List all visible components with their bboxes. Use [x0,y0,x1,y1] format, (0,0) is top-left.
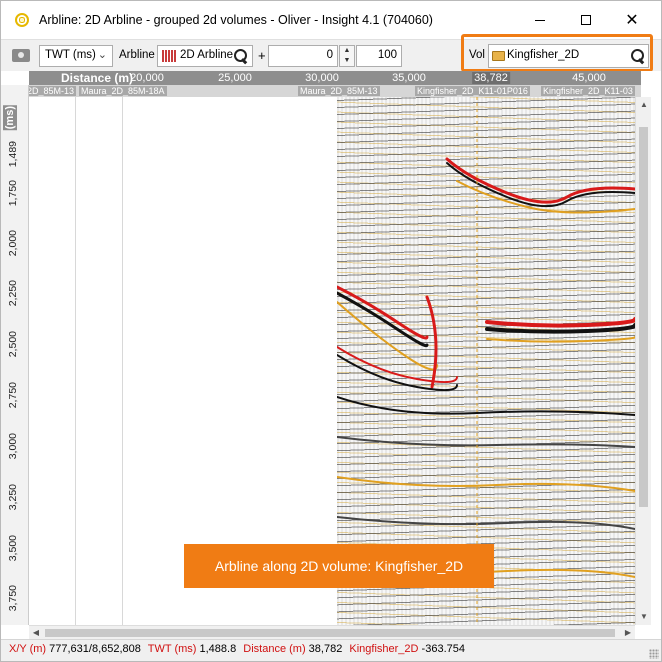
amplitude-value: -363.754 [421,643,465,655]
y-axis-label: (ms) [3,105,17,131]
arbline-value: 2D Arbline [180,49,234,61]
insight-app-icon [15,13,29,27]
y-tick: 2,500 [7,331,19,358]
chevron-down-icon: ⌄ [97,49,107,61]
distance-value: 38,782 [308,643,343,655]
line-name: Maura_2D_85M-18A [79,86,167,96]
scale-input[interactable]: 100 [356,45,402,67]
spin-down-icon[interactable]: ▼ [340,56,354,66]
domain-select[interactable]: TWT (ms) ⌄ [39,45,113,67]
y-tick: 1,750 [7,180,19,207]
distance-label: Distance (m) [243,643,306,655]
y-tick: 2,250 [7,280,19,307]
line-intersection-marker [122,97,123,625]
scroll-up-icon[interactable]: ▲ [636,97,652,113]
arbline-window: Arbline: 2D Arbline - grouped 2d volumes… [0,0,662,662]
y-tick: 3,250 [7,484,19,511]
twt-value: 1,488.8 [199,643,237,655]
close-icon: ✕ [625,12,639,29]
y-tick: 2,000 [7,230,19,257]
horizontal-scrollbar[interactable]: ◀ ▶ [29,625,635,639]
volume-highlight-box [461,34,653,72]
status-bar: X/Y (m) 777,631/8,652,808 TWT (ms) 1,488… [1,639,661,661]
search-icon[interactable] [234,49,248,63]
y-tick: 1,489 [7,141,19,168]
annotation-callout: Arbline along 2D volume: Kingfisher_2D [184,544,494,588]
x-tick: 45,000 [572,72,606,84]
vertical-scrollbar[interactable]: ▲ ▼ [635,97,651,625]
camera-icon[interactable] [12,49,30,62]
minimize-icon [535,19,545,21]
line-names-strip: 2D_85M-13 Maura_2D_85M-18A Maura_2D_85M-… [25,85,641,97]
x-tick: 25,000 [218,72,252,84]
window-title: Arbline: 2D Arbline - grouped 2d volumes… [39,13,433,27]
y-tick: 3,750 [7,585,19,612]
volume-label: Kingfisher_2D [349,643,419,655]
vertical-scroll-thumb[interactable] [639,127,648,507]
horizontal-scroll-thumb[interactable] [45,629,615,637]
resize-grip-icon[interactable] [649,649,659,659]
y-tick: 3,000 [7,433,19,460]
xy-value: 777,631/8,652,808 [49,643,141,655]
x-tick-cursor: 38,782 [472,72,510,84]
seismic-plot[interactable]: Distance (m) 20,000 25,000 30,000 35,000… [1,71,661,639]
arbline-label: Arbline [119,49,155,61]
xy-label: X/Y (m) [9,643,47,655]
twt-label: TWT (ms) [147,643,197,655]
line-name: Maura_2D_85M-13 [298,86,380,96]
domain-select-value: TWT (ms) [45,49,96,61]
line-name: Kingfisher_2D_K11-01P016 [415,86,530,96]
x-tick: 30,000 [305,72,339,84]
arbline-icon [162,50,176,62]
y-tick: 2,750 [7,382,19,409]
scroll-down-icon[interactable]: ▼ [636,609,652,625]
maximize-icon [581,15,591,25]
arbline-field[interactable]: 2D Arbline [157,45,253,67]
offset-spinner[interactable]: ▲ ▼ [339,45,355,67]
plus-label: + [258,48,266,63]
scroll-left-icon[interactable]: ◀ [29,626,43,640]
x-tick: 35,000 [392,72,426,84]
line-name: Kingfisher_2D_K11-03 [541,86,635,96]
offset-input[interactable]: 0 [268,45,338,67]
twt-ruler: (ms) 1,489 1,750 2,000 2,250 2,500 2,750… [1,85,29,625]
scroll-right-icon[interactable]: ▶ [621,626,635,640]
spin-up-icon[interactable]: ▲ [340,46,354,56]
line-intersection-marker [75,97,76,625]
y-tick: 3,500 [7,535,19,562]
line-name: 2D_85M-13 [25,86,77,96]
x-axis-label: Distance (m) [61,71,134,85]
distance-ruler: Distance (m) 20,000 25,000 30,000 35,000… [29,71,641,85]
x-tick: 20,000 [130,72,164,84]
